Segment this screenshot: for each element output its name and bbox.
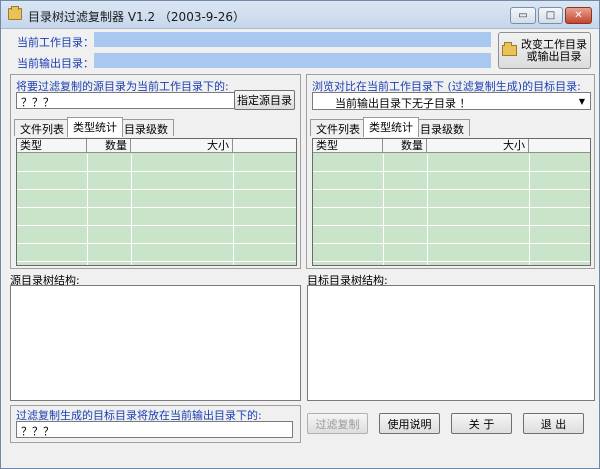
grid-line (313, 225, 590, 226)
source-tabs: 文件列表 类型统计 目录级数 (11, 117, 300, 139)
tab-file-list[interactable]: 文件列表 (310, 119, 366, 136)
window-title: 目录树过滤复制器 V1.2 （2003-9-26） (28, 10, 246, 24)
tab-type-stats[interactable]: 类型统计 (67, 117, 123, 137)
change-dir-button-label: 改变工作目录 或输出目录 (521, 37, 587, 63)
grid-line (17, 225, 296, 226)
grid-line (17, 189, 296, 190)
filter-copy-button[interactable]: 过滤复制 (307, 413, 368, 434)
target-tree-view[interactable] (307, 285, 595, 401)
target-dir-select-value: 当前输出目录下无子目录 ！ (335, 97, 471, 110)
specify-source-button[interactable]: 指定源目录 (234, 90, 295, 110)
target-dir-select[interactable]: 当前输出目录下无子目录 ！ ▼ (312, 92, 591, 110)
exit-button[interactable]: 退 出 (523, 413, 584, 434)
target-tabs: 文件列表 类型统计 目录级数 (307, 117, 594, 139)
target-name-input[interactable]: ？？？ (16, 421, 293, 438)
grid-line (313, 189, 590, 190)
grid-line (313, 171, 590, 172)
target-panel: 浏览对比在当前工作目录下 (过滤复制生成)的目标目录: 当前输出目录下无子目录 … (306, 74, 595, 269)
source-panel: 将要过滤复制的源目录为当前工作目录下的: ？？？ 指定源目录 文件列表 类型统计… (10, 74, 301, 269)
grid-line (17, 207, 296, 208)
maximize-icon: □ (545, 10, 556, 21)
about-button[interactable]: 关 于 (451, 413, 512, 434)
work-dir-path (94, 32, 491, 47)
col-size-header[interactable]: 大小 (131, 139, 233, 153)
maximize-button[interactable]: □ (538, 7, 563, 24)
change-dir-line-2: 或输出目录 (526, 49, 582, 63)
grid-line (17, 261, 296, 262)
tab-type-stats[interactable]: 类型统计 (363, 117, 419, 137)
grid-line (17, 243, 296, 244)
col-type-header[interactable]: 类型 (313, 139, 383, 153)
output-panel: 过滤复制生成的目标目录将放在当前输出目录下的: ？？？ (10, 405, 301, 443)
grid-line (17, 171, 296, 172)
open-folder-icon (502, 42, 517, 56)
app-window: 目录树过滤复制器 V1.2 （2003-9-26） ▭ □ ✕ 当前工作目录： … (0, 0, 600, 469)
source-tree-view[interactable] (10, 285, 301, 401)
grid-header: 类型 数量 大小 (313, 139, 590, 153)
source-stats-grid[interactable]: 类型 数量 大小 (16, 138, 297, 266)
target-stats-grid[interactable]: 类型 数量 大小 (312, 138, 591, 266)
col-type-header[interactable]: 类型 (17, 139, 87, 153)
title-bar[interactable]: 目录树过滤复制器 V1.2 （2003-9-26） ▭ □ ✕ (1, 1, 599, 29)
change-dir-button[interactable]: 改变工作目录 或输出目录 (498, 32, 591, 69)
help-button[interactable]: 使用说明 (379, 413, 440, 434)
output-dir-label: 当前输出目录： (17, 57, 94, 70)
chevron-down-icon[interactable]: ▼ (575, 94, 589, 108)
folder-app-icon (8, 6, 22, 20)
close-button[interactable]: ✕ (565, 7, 592, 24)
grid-header: 类型 数量 大小 (17, 139, 296, 153)
grid-line (313, 243, 590, 244)
minimize-icon: ▭ (518, 10, 528, 21)
col-size-header[interactable]: 大小 (427, 139, 529, 153)
tab-dir-levels[interactable]: 目录级数 (118, 119, 174, 136)
source-dir-input[interactable]: ？？？ (16, 92, 237, 109)
col-count-header[interactable]: 数量 (87, 139, 131, 153)
tab-file-list[interactable]: 文件列表 (14, 119, 70, 136)
tab-dir-levels[interactable]: 目录级数 (414, 119, 470, 136)
grid-line (313, 261, 590, 262)
change-dir-line-1: 改变工作目录 (521, 37, 587, 51)
close-icon: ✕ (574, 10, 583, 21)
minimize-button[interactable]: ▭ (510, 7, 536, 24)
output-dir-path (94, 53, 491, 68)
grid-line (313, 207, 590, 208)
col-count-header[interactable]: 数量 (383, 139, 427, 153)
work-dir-label: 当前工作目录： (17, 36, 94, 49)
